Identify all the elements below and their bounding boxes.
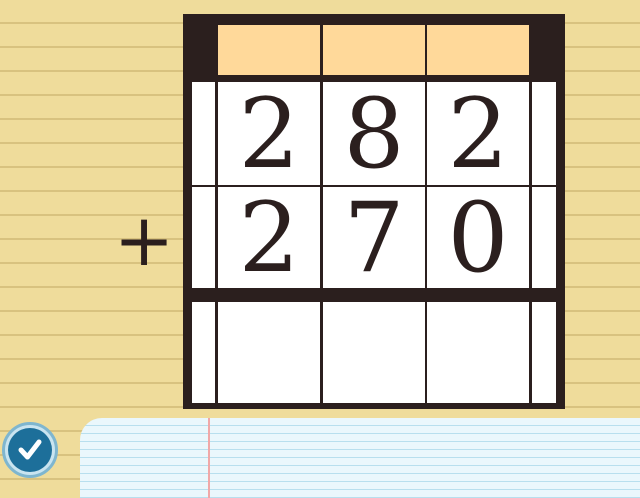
margin-cell-right <box>532 82 556 185</box>
check-answer-button[interactable] <box>2 422 58 478</box>
check-button-face <box>8 428 52 472</box>
bottom-digit-hundreds: 2 <box>238 181 300 294</box>
bottom-digit-tens-cell: 7 <box>323 187 425 288</box>
bottom-digit-tens: 7 <box>343 181 405 294</box>
top-digit-ones-cell: 2 <box>427 82 529 185</box>
carry-cell-ones[interactable] <box>427 25 529 75</box>
margin-cell-left <box>192 82 215 185</box>
paper-margin-line <box>208 418 210 498</box>
top-digit-tens: 8 <box>343 77 405 190</box>
carry-cell-hundreds[interactable] <box>218 25 320 75</box>
bottom-digit-ones: 0 <box>447 181 509 294</box>
plus-sign: + <box>113 198 175 282</box>
checkmark-icon <box>18 439 42 460</box>
addition-grid: 2 8 2 2 7 0 <box>183 14 565 409</box>
margin-cell-left <box>192 302 215 403</box>
carry-cell-tens[interactable] <box>323 25 425 75</box>
margin-cell-right <box>532 187 556 288</box>
top-digit-hundreds: 2 <box>238 77 300 190</box>
answer-cell-tens[interactable] <box>323 302 425 403</box>
top-digit-tens-cell: 8 <box>323 82 425 185</box>
scratch-paper <box>80 418 640 498</box>
top-digit-ones: 2 <box>447 77 509 190</box>
top-digit-hundreds-cell: 2 <box>218 82 320 185</box>
bottom-digit-hundreds-cell: 2 <box>218 187 320 288</box>
answer-cell-ones[interactable] <box>427 302 529 403</box>
margin-cell-left <box>192 187 215 288</box>
bottom-digit-ones-cell: 0 <box>427 187 529 288</box>
answer-cell-hundreds[interactable] <box>218 302 320 403</box>
margin-cell-right <box>532 302 556 403</box>
